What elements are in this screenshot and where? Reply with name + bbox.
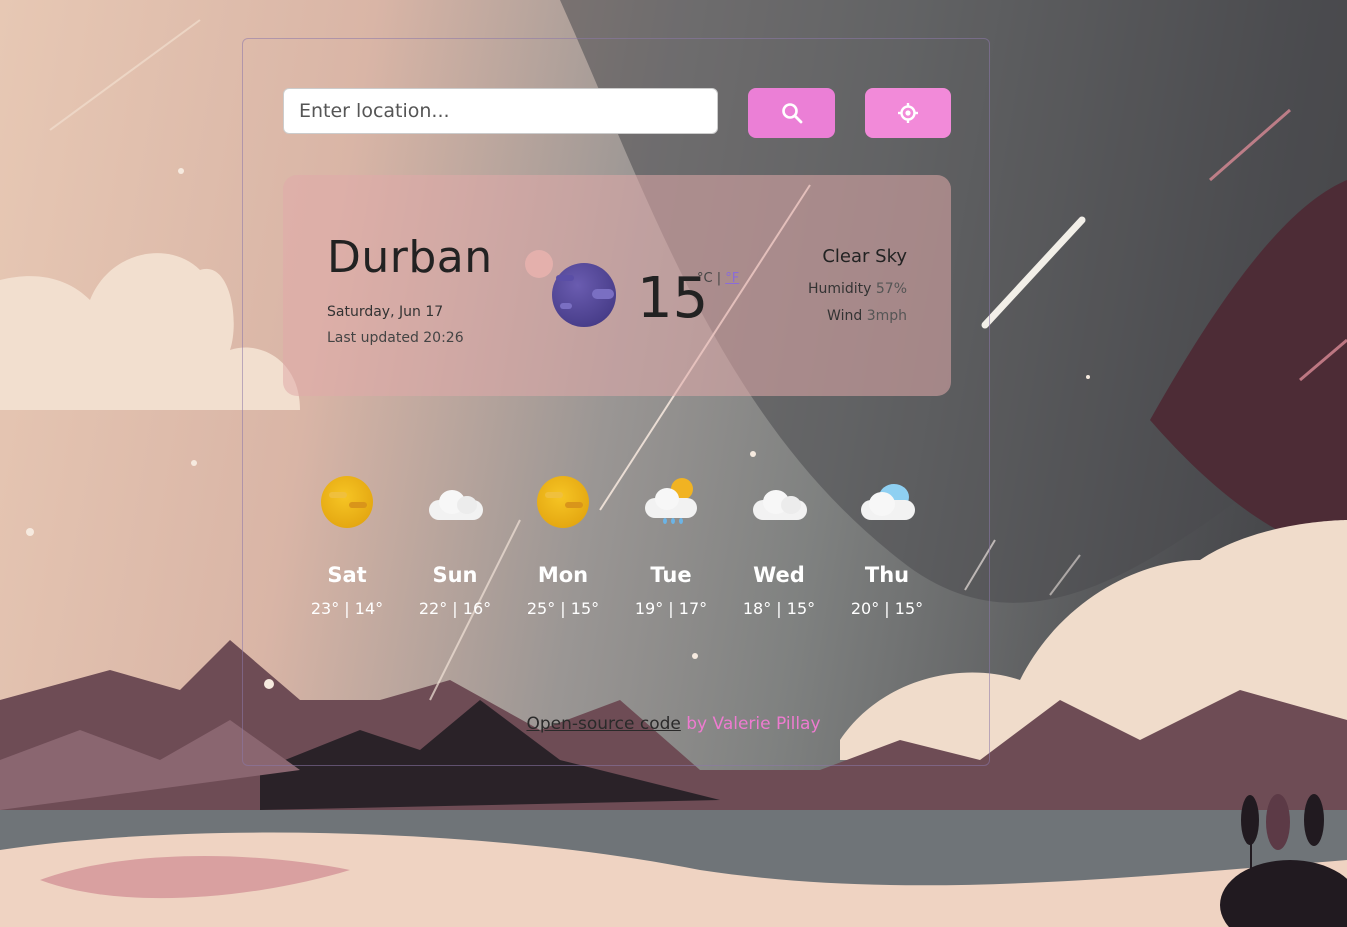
sun-rain-cloud-icon (645, 478, 701, 524)
forecast-temp-range: 22° | 16° (418, 599, 492, 618)
sun-icon (537, 476, 589, 528)
search-button[interactable] (748, 88, 835, 138)
clear-night-planet-icon (552, 263, 616, 327)
forecast-temp-range: 19° | 17° (634, 599, 708, 618)
forecast-day: Sun 22° | 16° (401, 470, 509, 618)
author-credit: by Valerie Pillay (680, 714, 821, 734)
forecast-day-name: Thu (864, 563, 910, 587)
crosshair-icon (898, 103, 918, 123)
current-date: Saturday, Jun 17 (327, 304, 444, 320)
humidity-label: Humidity (807, 281, 872, 297)
wind: Wind 3mph (827, 308, 907, 324)
forecast-temp-range: 23° | 14° (310, 599, 384, 618)
sun-icon (321, 476, 373, 528)
fahrenheit-link[interactable]: °F (725, 271, 739, 286)
search-icon (781, 103, 802, 124)
weather-description: Clear Sky (822, 246, 907, 267)
forecast-day: Sat 23° | 14° (293, 470, 401, 618)
forecast-temp-range: 25° | 15° (526, 599, 600, 618)
forecast-day: Thu 20° | 15° (833, 470, 941, 618)
weather-card (242, 38, 990, 766)
humidity-value: 57% (875, 281, 907, 297)
unit-toggle: °C | °F (697, 271, 739, 286)
forecast-day: Tue 19° | 17° (617, 470, 725, 618)
blue-cloud-icon (861, 484, 915, 520)
celsius-unit[interactable]: °C | (697, 271, 721, 286)
forecast-temp-range: 18° | 15° (742, 599, 816, 618)
forecast-day: Wed 18° | 15° (725, 470, 833, 618)
forecast-temp-range: 20° | 15° (850, 599, 924, 618)
footer: Open-source code by Valerie Pillay (0, 714, 1347, 734)
forecast-day-name: Sun (432, 563, 478, 587)
wind-value: 3mph (866, 308, 907, 324)
forecast-day-name: Wed (753, 563, 805, 587)
current-location-button[interactable] (865, 88, 951, 138)
humidity: Humidity 57% (808, 281, 907, 297)
last-updated: Last updated 20:26 (327, 330, 464, 346)
forecast-day-name: Tue (650, 563, 692, 587)
wind-label: Wind (827, 308, 863, 324)
city-name: Durban (327, 232, 493, 283)
forecast-list: Sat 23° | 14° Sun 22° | 16° Mon 25° | 15… (293, 470, 941, 640)
cloud-icon (429, 488, 483, 520)
search-input[interactable] (283, 88, 718, 134)
source-code-link[interactable]: Open-source code (526, 714, 680, 734)
cloud-icon (753, 488, 807, 520)
forecast-day-name: Mon (537, 563, 589, 587)
forecast-day-name: Sat (327, 563, 367, 587)
forecast-day: Mon 25° | 15° (509, 470, 617, 618)
